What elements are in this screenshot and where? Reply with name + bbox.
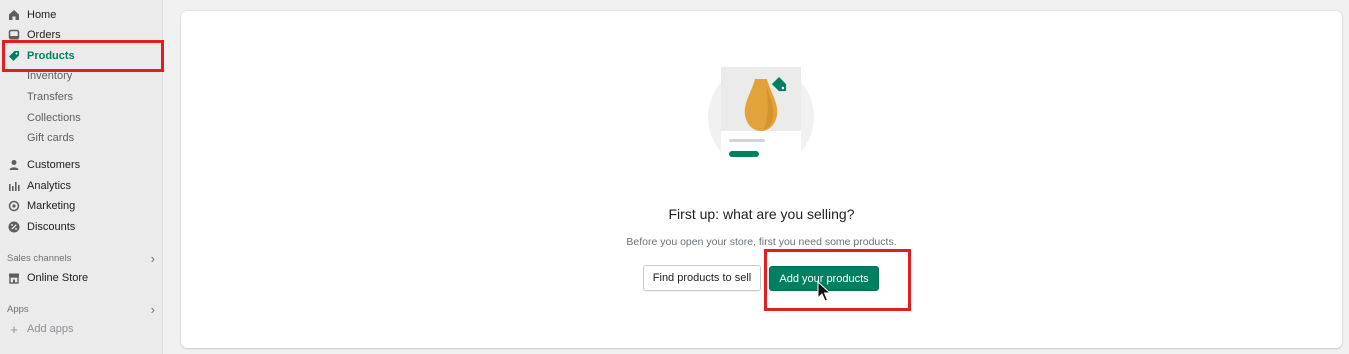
sidebar-item-products[interactable]: Products xyxy=(0,46,162,66)
target-icon xyxy=(8,200,20,212)
mouse-cursor-icon xyxy=(817,281,831,302)
sidebar-item-label: Inventory xyxy=(27,70,73,82)
sidebar-item-label: Analytics xyxy=(27,180,72,192)
find-products-button[interactable]: Find products to sell xyxy=(643,265,761,291)
discount-icon xyxy=(8,221,20,233)
orders-icon xyxy=(8,29,20,41)
empty-state-heading: First up: what are you selling? xyxy=(668,206,855,222)
sidebar-item-label: Gift cards xyxy=(27,132,75,144)
sidebar-item-home[interactable]: Home xyxy=(0,5,162,25)
sidebar-item-label: Orders xyxy=(27,29,61,41)
sidebar: Home Orders Products Inventory Transfers… xyxy=(0,0,163,354)
sales-channels-header[interactable]: Sales channels › xyxy=(7,250,155,266)
sidebar-item-online-store[interactable]: Online Store xyxy=(0,268,162,288)
sidebar-item-label: Products xyxy=(27,50,75,62)
sidebar-item-label: Home xyxy=(27,9,57,21)
sidebar-item-customers[interactable]: Customers xyxy=(0,155,162,175)
sidebar-item-marketing[interactable]: Marketing xyxy=(0,196,162,216)
sidebar-item-analytics[interactable]: Analytics xyxy=(0,176,162,196)
sidebar-item-inventory[interactable]: Inventory xyxy=(0,66,162,86)
add-apps-button[interactable]: + Add apps xyxy=(0,319,162,339)
person-icon xyxy=(8,159,20,171)
empty-state-card: First up: what are you selling? Before y… xyxy=(181,11,1342,348)
apps-header[interactable]: Apps › xyxy=(7,301,155,317)
product-illustration xyxy=(708,67,814,162)
sidebar-item-collections[interactable]: Collections xyxy=(0,108,162,128)
chevron-right-icon[interactable]: › xyxy=(151,251,155,266)
bar-chart-icon xyxy=(8,180,20,192)
sidebar-item-label: Transfers xyxy=(27,91,74,103)
sidebar-item-label: Customers xyxy=(27,159,81,171)
chevron-right-icon[interactable]: › xyxy=(151,302,155,317)
plus-icon: + xyxy=(10,321,18,337)
sidebar-item-orders[interactable]: Orders xyxy=(0,25,162,45)
sidebar-item-label: Marketing xyxy=(27,200,76,212)
apps-heading: Apps xyxy=(7,303,29,315)
sales-channels-heading: Sales channels xyxy=(7,252,72,264)
sidebar-item-discounts[interactable]: Discounts xyxy=(0,217,162,237)
sidebar-item-gift-cards[interactable]: Gift cards xyxy=(0,128,162,148)
store-icon xyxy=(8,272,20,284)
empty-state-subtext: Before you open your store, first you ne… xyxy=(626,236,897,248)
sidebar-item-transfers[interactable]: Transfers xyxy=(0,87,162,107)
add-apps-label: Add apps xyxy=(27,323,74,335)
home-icon xyxy=(8,9,20,21)
sidebar-item-label: Online Store xyxy=(27,272,89,284)
sidebar-item-label: Collections xyxy=(27,112,81,124)
tag-icon xyxy=(8,50,20,62)
sidebar-item-label: Discounts xyxy=(27,221,76,233)
